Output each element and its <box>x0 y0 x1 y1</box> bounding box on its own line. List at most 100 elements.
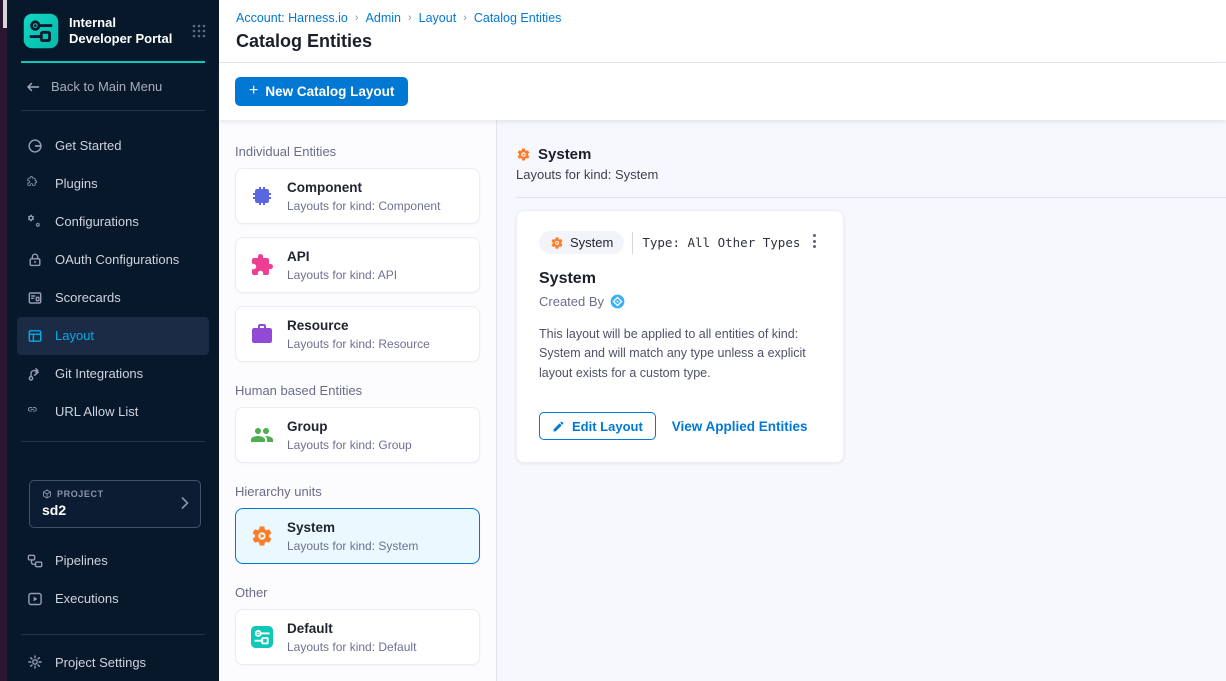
brand-header: Internal Developer Portal <box>7 0 219 61</box>
pipelines-icon <box>27 553 43 569</box>
project-name: sd2 <box>42 502 180 518</box>
detail-panel: System Layouts for kind: System System T… <box>497 120 1226 681</box>
nav-label: OAuth Configurations <box>55 252 179 267</box>
breadcrumb-separator: › <box>408 12 412 24</box>
section-label: Individual Entities <box>235 144 480 159</box>
app-title: Internal Developer Portal <box>69 15 181 48</box>
entity-card-api[interactable]: API Layouts for kind: API <box>235 237 480 293</box>
entity-name: Resource <box>287 317 430 335</box>
group-icon <box>250 423 274 447</box>
view-applied-entities-link[interactable]: View Applied Entities <box>672 419 808 434</box>
nav-label: Layout <box>55 328 94 343</box>
breadcrumb-catalog-entities[interactable]: Catalog Entities <box>474 11 562 25</box>
card-menu-button[interactable] <box>808 231 821 251</box>
new-catalog-layout-button[interactable]: + New Catalog Layout <box>235 77 408 106</box>
configurations-icon <box>27 214 43 230</box>
breadcrumb: Account: Harness.io › Admin › Layout › C… <box>236 11 1226 25</box>
entity-desc: Layouts for kind: Resource <box>287 337 430 351</box>
back-to-main-menu[interactable]: Back to Main Menu <box>7 63 219 110</box>
kind-chip: System <box>539 231 624 254</box>
nav-label: Pipelines <box>55 553 108 568</box>
link-icon <box>27 404 43 420</box>
executions-icon <box>27 591 43 607</box>
entity-desc: Layouts for kind: API <box>287 268 397 282</box>
edit-layout-button[interactable]: Edit Layout <box>539 412 656 440</box>
nav-label: Get Started <box>55 138 121 153</box>
harness-avatar-icon <box>610 294 625 309</box>
component-icon <box>250 184 274 208</box>
entity-desc: Layouts for kind: Default <box>287 640 416 654</box>
sidebar-item-oauth-configurations[interactable]: OAuth Configurations <box>17 241 209 279</box>
main-area: Account: Harness.io › Admin › Layout › C… <box>219 0 1226 681</box>
nav-label: Scorecards <box>55 290 121 305</box>
breadcrumb-account[interactable]: Account: Harness.io <box>236 11 348 25</box>
page-header: Account: Harness.io › Admin › Layout › C… <box>219 0 1226 63</box>
section-hierarchy-units: Hierarchy units System Layouts for kind:… <box>235 484 480 564</box>
sidebar-item-layout[interactable]: Layout <box>17 317 209 355</box>
project-selector[interactable]: PROJECT sd2 <box>29 480 201 528</box>
detail-divider <box>516 197 1226 198</box>
sidebar-item-pipelines[interactable]: Pipelines <box>17 542 209 580</box>
project-label: PROJECT <box>57 489 104 499</box>
new-catalog-layout-label: New Catalog Layout <box>265 84 394 99</box>
sidebar-item-url-allow-list[interactable]: URL Allow List <box>17 393 209 431</box>
action-bar: + New Catalog Layout <box>219 63 1226 120</box>
detail-subtitle: Layouts for kind: System <box>516 167 1202 182</box>
window-edge-notch <box>3 0 7 28</box>
entity-name: Group <box>287 418 412 436</box>
chip-label: System <box>570 235 613 250</box>
entity-desc: Layouts for kind: Group <box>287 438 412 452</box>
sidebar-item-configurations[interactable]: Configurations <box>17 203 209 241</box>
system-gear-icon <box>516 147 531 162</box>
card-actions: Edit Layout View Applied Entities <box>539 412 821 440</box>
system-gear-icon <box>550 236 564 250</box>
sidebar-item-scorecards[interactable]: Scorecards <box>17 279 209 317</box>
settings-gear-icon <box>27 654 43 670</box>
sidebar-item-get-started[interactable]: Get Started <box>17 127 209 165</box>
entity-desc: Layouts for kind: System <box>287 539 418 553</box>
nav-label: Executions <box>55 591 119 606</box>
layout-icon <box>27 328 43 344</box>
section-label: Hierarchy units <box>235 484 480 499</box>
sidebar-item-executions[interactable]: Executions <box>17 580 209 618</box>
entity-card-default[interactable]: Default Layouts for kind: Default <box>235 609 480 665</box>
section-individual-entities: Individual Entities Component Layouts fo… <box>235 144 480 362</box>
breadcrumb-layout[interactable]: Layout <box>419 11 457 25</box>
entity-card-system[interactable]: System Layouts for kind: System <box>235 508 480 564</box>
project-nav: Pipelines Executions <box>7 528 219 618</box>
type-text: Type: All Other Types <box>642 235 800 250</box>
entity-card-group[interactable]: Group Layouts for kind: Group <box>235 407 480 463</box>
section-human-based-entities: Human based Entities Group Layouts for k… <box>235 383 480 463</box>
lock-icon <box>27 252 43 268</box>
entity-kind-panel: Individual Entities Component Layouts fo… <box>219 120 497 681</box>
entity-name: Component <box>287 179 440 197</box>
default-icon <box>250 625 274 649</box>
sidebar-item-git-integrations[interactable]: Git Integrations <box>17 355 209 393</box>
layout-card-system: System Type: All Other Types System Crea… <box>516 210 844 463</box>
window-edge-strip <box>0 0 7 681</box>
arrow-left-icon <box>25 79 41 95</box>
section-other: Other Default Layouts for kind: Default <box>235 585 480 665</box>
detail-title: System <box>538 146 591 163</box>
pencil-icon <box>552 420 565 433</box>
back-label: Back to Main Menu <box>51 79 162 94</box>
cube-icon <box>42 489 52 499</box>
created-by-label: Created By <box>539 294 604 309</box>
entity-name: Default <box>287 620 416 638</box>
app-grid-icon[interactable] <box>191 23 207 39</box>
plugins-icon <box>27 176 43 192</box>
plus-icon: + <box>249 83 258 99</box>
edit-layout-label: Edit Layout <box>572 419 643 434</box>
sidebar-divider <box>21 634 205 635</box>
entity-card-component[interactable]: Component Layouts for kind: Component <box>235 168 480 224</box>
sidebar-item-plugins[interactable]: Plugins <box>17 165 209 203</box>
system-gear-icon <box>250 524 274 548</box>
content: Individual Entities Component Layouts fo… <box>219 120 1226 681</box>
breadcrumb-separator: › <box>355 12 359 24</box>
page-title: Catalog Entities <box>236 31 1226 52</box>
git-branch-icon <box>27 366 43 382</box>
scorecard-icon <box>27 290 43 306</box>
entity-card-resource[interactable]: Resource Layouts for kind: Resource <box>235 306 480 362</box>
sidebar-item-project-settings[interactable]: Project Settings <box>17 644 209 681</box>
breadcrumb-admin[interactable]: Admin <box>366 11 401 25</box>
